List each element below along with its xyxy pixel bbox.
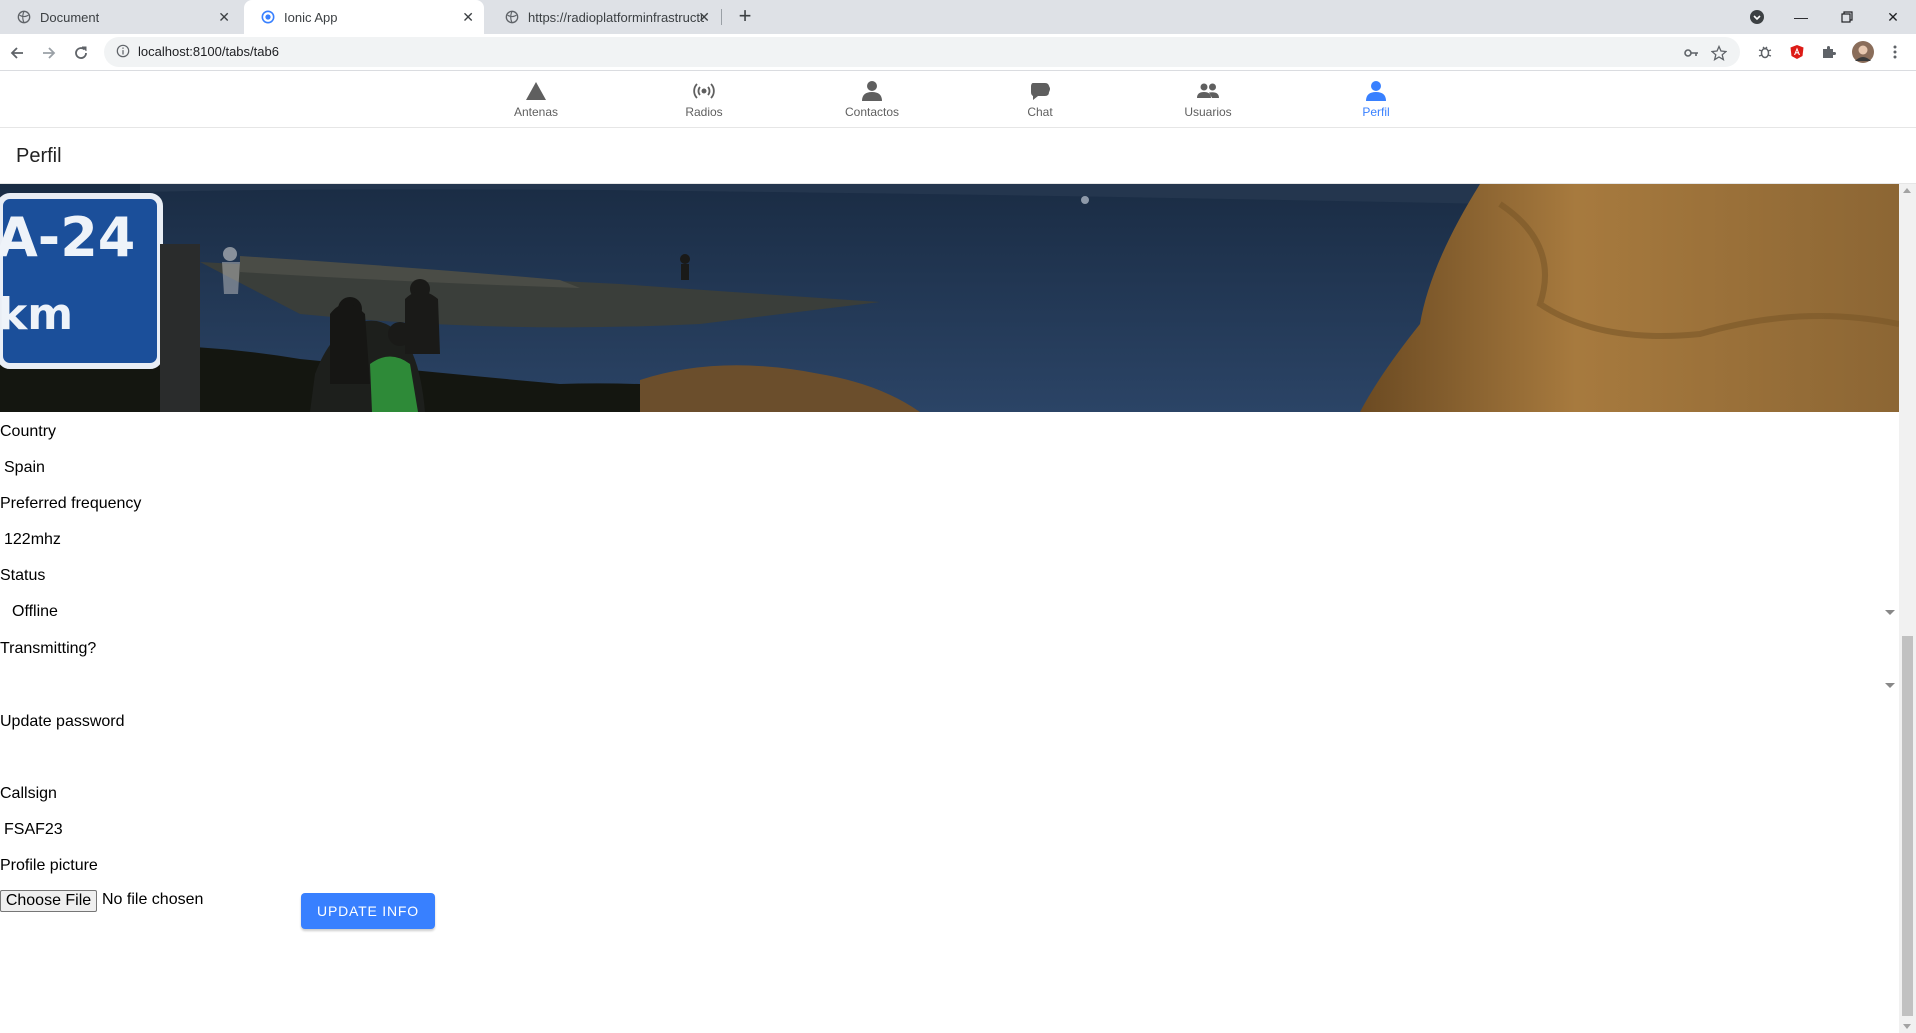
tab-label: Radios [685,105,723,119]
tab-separator [721,9,722,25]
person-icon [862,81,882,101]
country-label: Country [0,423,57,440]
people-icon [1197,83,1219,98]
browser-toolbar: localhost:8100/tabs/tab6 [0,34,1916,71]
browser-tab-ionic-app[interactable]: Ionic App ✕ [244,0,484,34]
page-title: Perfil [16,145,62,167]
key-icon[interactable] [1682,44,1700,62]
tab-label: Perfil [1362,105,1390,119]
close-window-button[interactable]: ✕ [1870,0,1916,34]
bug-extension-icon[interactable] [1756,43,1774,61]
radio-icon [693,83,715,99]
sign-text-line1: A-24 [0,206,135,269]
tab-label: Usuarios [1184,105,1232,119]
country-input[interactable]: Spain [4,459,45,477]
close-icon[interactable]: ✕ [698,9,710,25]
globe-icon [504,9,520,25]
chat-bubbles-icon [1031,83,1050,100]
browser-tab-radioplatform[interactable]: https://radioplatforminfrastructur ✕ [488,0,720,34]
sign-text-line2: km [0,289,73,340]
puzzle-extensions-icon[interactable] [1820,43,1838,61]
kebab-menu-icon[interactable] [1886,43,1904,61]
page-header: Perfil [0,128,1916,184]
back-arrow-icon[interactable] [4,40,30,66]
tab-label: Contactos [844,105,900,119]
app-tabbar: Antenas Radios Contactos Chat Usuarios P… [0,71,1916,128]
password-label: Update password [0,713,125,730]
update-info-button[interactable]: UPDATE INFO [301,893,435,929]
scroll-down-arrow-icon[interactable] [1903,1024,1911,1029]
tab-perfil[interactable]: Perfil [1292,71,1460,128]
star-icon[interactable] [1710,44,1728,62]
restore-button[interactable] [1824,0,1870,34]
tab-search-icon[interactable] [1734,0,1780,34]
transmitting-select[interactable] [12,676,1812,696]
page-scrollbar[interactable] [1899,184,1916,1033]
tab-label: Chat [1027,105,1053,119]
chevron-down-icon[interactable] [1885,683,1895,688]
close-icon[interactable]: ✕ [462,9,474,25]
browser-tab-title: Ionic App [284,9,338,25]
password-input[interactable] [4,749,1804,769]
avatar[interactable] [1852,41,1874,63]
reload-icon[interactable] [68,40,94,66]
status-label: Status [0,567,46,584]
browser-tab-title: https://radioplatforminfrastructur [528,9,704,25]
profile-content: A-24 km Country Spain Preferred frequenc… [0,184,1899,1033]
minimize-button[interactable]: — [1778,0,1824,34]
profile-banner-image: A-24 km [0,184,1899,412]
picture-label: Profile picture [0,857,98,874]
tab-radios[interactable]: Radios [620,71,788,128]
browser-tab-title: Document [40,9,100,25]
frequency-label: Preferred frequency [0,495,142,512]
close-icon[interactable]: ✕ [218,9,230,25]
callsign-input[interactable]: FSAF23 [4,821,63,839]
browser-tab-document[interactable]: Document ✕ [0,0,240,34]
address-bar[interactable]: localhost:8100/tabs/tab6 [104,37,1740,67]
person-icon [1366,81,1386,101]
browser-tabstrip: Document ✕ Ionic App ✕ https://radioplat… [0,0,1916,34]
status-select[interactable]: Offline [12,603,58,621]
choose-file-button[interactable]: Choose File [0,890,97,912]
globe-icon [16,9,32,25]
url-text: localhost:8100/tabs/tab6 [138,44,279,59]
frequency-input[interactable]: 122mhz [4,531,61,549]
forward-arrow-icon[interactable] [36,40,62,66]
callsign-label: Callsign [0,785,57,802]
tab-antenas[interactable]: Antenas [452,71,620,128]
tab-contactos[interactable]: Contactos [788,71,956,128]
info-icon[interactable] [116,44,132,60]
file-status-text: No file chosen [102,891,204,908]
angular-extension-icon[interactable] [1788,43,1806,61]
triangle-icon [526,82,546,100]
tab-usuarios[interactable]: Usuarios [1124,71,1292,128]
ionic-app: Antenas Radios Contactos Chat Usuarios P… [0,71,1916,1033]
transmitting-label: Transmitting? [0,640,97,657]
tab-label: Antenas [513,105,559,119]
tab-chat[interactable]: Chat [956,71,1124,128]
new-tab-button[interactable]: + [734,5,756,28]
ionic-logo-icon [260,9,276,25]
scrollbar-thumb[interactable] [1902,636,1913,1016]
scroll-up-arrow-icon[interactable] [1903,188,1911,193]
chevron-down-icon[interactable] [1885,610,1895,615]
